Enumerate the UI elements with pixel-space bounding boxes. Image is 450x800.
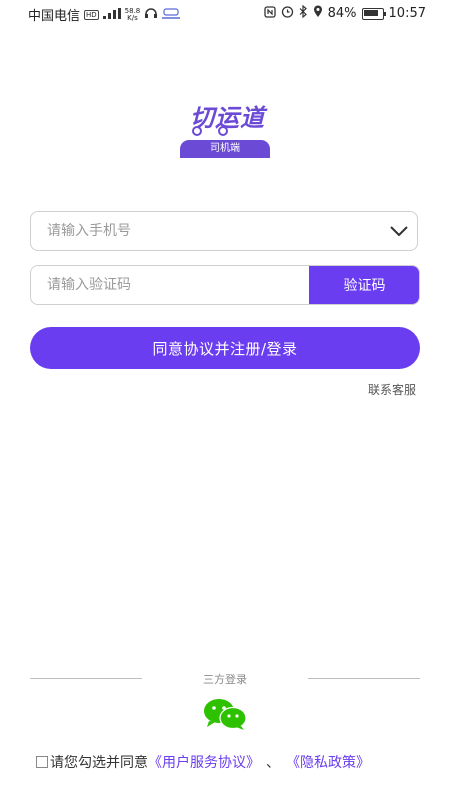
contact-support-link[interactable]: 联系客服 [368, 381, 416, 398]
app-notification-icon [162, 7, 181, 23]
phone-field[interactable] [30, 211, 418, 251]
get-code-button[interactable]: 验证码 [309, 266, 419, 304]
signal-icon [102, 7, 121, 22]
alarm-icon [281, 5, 294, 22]
clock-time: 10:57 [388, 6, 426, 21]
battery-icon [361, 7, 386, 20]
user-agreement-link[interactable]: 《用户服务协议》 [148, 752, 260, 772]
logo-badge: 司机端 [180, 140, 270, 158]
location-icon [313, 5, 323, 22]
network-speed: 58.8 K/s [125, 7, 141, 22]
bluetooth-icon [299, 4, 308, 22]
agreement-checkbox[interactable] [36, 756, 48, 768]
chevron-down-icon[interactable] [381, 212, 417, 250]
app-logo: 切运道 司机端 [180, 98, 270, 158]
code-input[interactable] [31, 266, 309, 304]
agreement-row: 请您勾选并同意 《用户服务协议》 、 《隐私政策》 [36, 752, 446, 772]
status-bar: 中国电信 HD 58.8 K/s 84% 10:57 [0, 0, 450, 26]
logo-wheels [192, 126, 228, 136]
speed-unit: K/s [127, 13, 138, 22]
nfc-icon [263, 5, 276, 22]
status-right: 84% 10:57 [263, 4, 426, 22]
privacy-policy-link[interactable]: 《隐私政策》 [286, 752, 370, 772]
phone-input[interactable] [31, 211, 381, 251]
third-party-login-label: 三方登录 [203, 673, 247, 686]
hd-badge: HD [84, 9, 99, 20]
headphones-icon [144, 7, 158, 23]
battery-percent: 84% [327, 6, 357, 21]
carrier-label: 中国电信 [28, 9, 81, 24]
divider-right [308, 678, 420, 679]
register-login-button[interactable]: 同意协议并注册/登录 [30, 327, 420, 369]
agreement-separator: 、 [266, 755, 280, 771]
status-left: 中国电信 HD 58.8 K/s [28, 5, 181, 24]
wechat-icon[interactable] [203, 697, 247, 731]
code-field[interactable]: 验证码 [30, 265, 420, 305]
agreement-prefix: 请您勾选并同意 [50, 755, 148, 771]
